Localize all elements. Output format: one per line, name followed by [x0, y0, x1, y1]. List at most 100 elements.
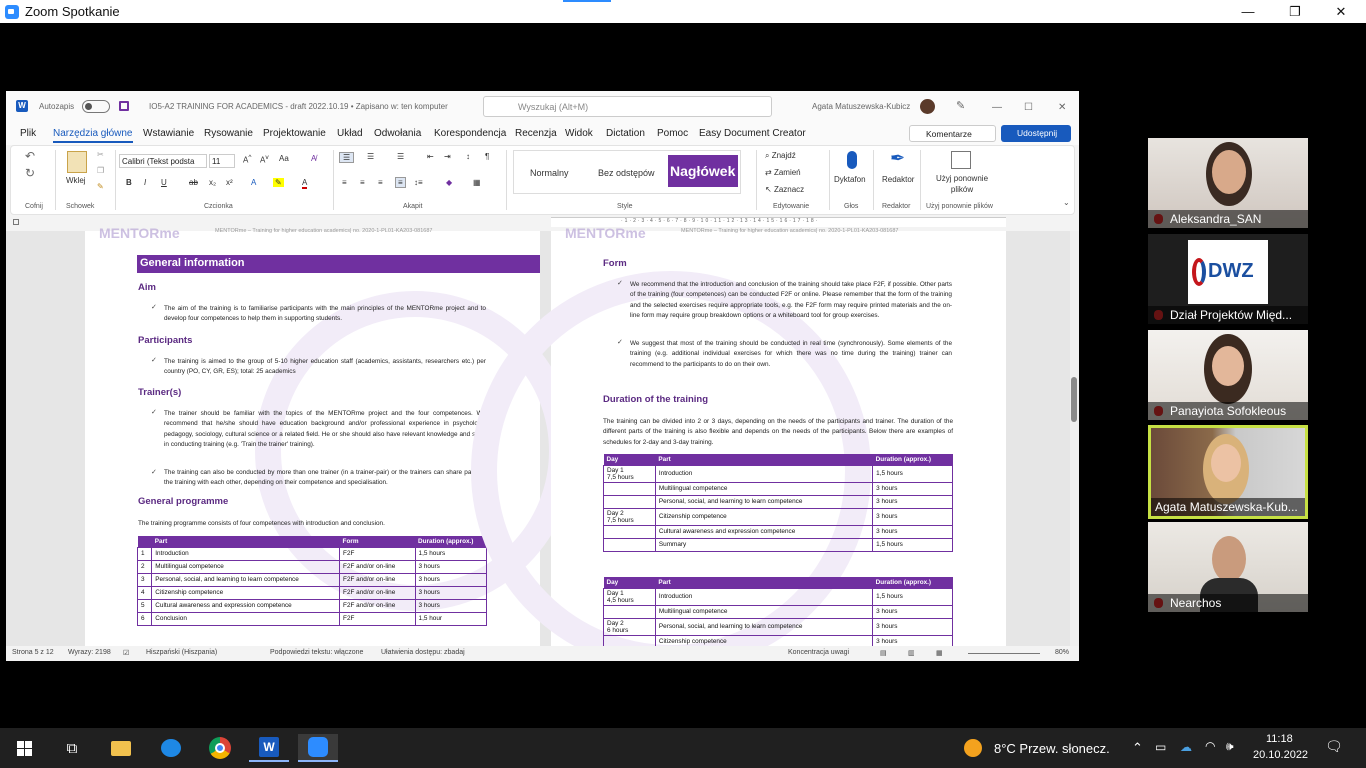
font-name-select[interactable]: Calibri (Tekst podsta: [119, 154, 207, 168]
grow-font-icon[interactable]: A^: [243, 154, 251, 165]
page-count[interactable]: Strona 5 z 12: [12, 649, 54, 656]
editor-icon[interactable]: ✒: [890, 148, 905, 169]
weather-icon[interactable]: [964, 739, 982, 757]
save-icon[interactable]: [119, 101, 129, 111]
word-taskbar-icon[interactable]: W: [249, 734, 289, 762]
align-right-icon[interactable]: ≡: [378, 178, 383, 187]
page-left[interactable]: MENTORme MENTORme – Training for higher …: [85, 225, 575, 646]
zoom-taskbar-icon[interactable]: [298, 734, 338, 762]
tab-review[interactable]: Recenzja: [515, 128, 557, 139]
share-button[interactable]: Udostępnij: [1001, 125, 1071, 142]
tab-help[interactable]: Pomoc: [657, 128, 688, 139]
tab-selector-icon[interactable]: [13, 219, 19, 225]
clear-format-icon[interactable]: A̸: [311, 154, 316, 163]
multilevel-list-icon[interactable]: ☰: [397, 152, 404, 161]
cut-icon[interactable]: ✂: [97, 150, 104, 159]
tab-mailings[interactable]: Korespondencja: [434, 128, 506, 139]
tab-easy-document-creator[interactable]: Easy Document Creator: [699, 128, 806, 139]
tab-references[interactable]: Odwołania: [374, 128, 421, 139]
pen-icon[interactable]: ✎: [956, 99, 965, 112]
notifications-icon[interactable]: 🗨: [1325, 738, 1343, 755]
user-avatar[interactable]: [920, 99, 935, 114]
text-predictions[interactable]: Podpowiedzi tekstu: włączone: [270, 649, 363, 656]
paste-icon[interactable]: [67, 151, 87, 173]
collapse-ribbon-icon[interactable]: ⌄: [1063, 198, 1070, 207]
dictate-button[interactable]: Dyktafon: [834, 175, 866, 184]
cloud-icon[interactable]: ☁: [1180, 740, 1192, 754]
maximize-button[interactable]: ❐: [1272, 0, 1318, 23]
justify-icon[interactable]: ≡: [395, 177, 406, 188]
read-mode-icon[interactable]: ▤: [880, 649, 887, 657]
wifi-icon[interactable]: ◠: [1205, 739, 1215, 753]
zoom-level[interactable]: 80%: [1055, 649, 1069, 656]
style-no-spacing[interactable]: Bez odstępów: [598, 168, 655, 178]
redo-icon[interactable]: ↻: [25, 166, 35, 180]
document-area[interactable]: MENTORme MENTORme – Training for higher …: [6, 225, 1079, 661]
text-effects-icon[interactable]: A: [251, 178, 256, 187]
copy-icon[interactable]: ❐: [97, 166, 104, 175]
participant-tile-active-speaker[interactable]: Agata Matuszewska-Kub...: [1148, 425, 1308, 519]
tab-design[interactable]: Projektowanie: [263, 128, 326, 139]
highlight-icon[interactable]: ✎: [273, 178, 284, 187]
style-heading[interactable]: Nagłówek: [668, 155, 738, 187]
tab-layout[interactable]: Układ: [337, 128, 363, 139]
font-color-icon[interactable]: A: [302, 178, 308, 189]
reuse-files-icon[interactable]: [951, 151, 971, 169]
bold-icon[interactable]: B: [126, 178, 132, 187]
reuse-files-button[interactable]: Użyj ponownie plików: [932, 173, 992, 195]
volume-icon[interactable]: 🕪: [1226, 739, 1234, 754]
minimize-button[interactable]: —: [1225, 0, 1271, 23]
subscript-icon[interactable]: x₂: [209, 178, 216, 187]
vertical-scrollbar[interactable]: [1070, 231, 1079, 646]
language[interactable]: Hiszpański (Hiszpania): [146, 649, 217, 656]
proofing-icon[interactable]: ☑: [123, 649, 129, 657]
line-spacing-icon[interactable]: ↕≡: [414, 178, 423, 187]
user-name[interactable]: Agata Matuszewska-Kubicz: [812, 102, 910, 111]
align-left-icon[interactable]: ≡: [342, 178, 347, 187]
close-button[interactable]: ✕: [1318, 0, 1364, 23]
underline-icon[interactable]: U: [161, 178, 167, 187]
task-view-icon[interactable]: ⧉: [52, 734, 92, 762]
focus-mode[interactable]: Koncentracja uwagi: [788, 649, 849, 656]
find-button[interactable]: ⌕ Znajdź: [765, 151, 796, 161]
accessibility-check[interactable]: Ułatwienia dostępu: zbadaj: [381, 649, 465, 656]
search-input[interactable]: Wyszukaj (Alt+M): [483, 96, 772, 117]
select-button[interactable]: ↖ Zaznacz: [765, 185, 804, 194]
numbering-icon[interactable]: ☰: [367, 152, 374, 161]
autosave-toggle[interactable]: [82, 100, 110, 113]
sort-icon[interactable]: ↕: [466, 152, 470, 161]
participant-tile[interactable]: Nearchos: [1148, 522, 1308, 612]
chrome-icon[interactable]: [200, 734, 240, 762]
word-count[interactable]: Wyrazy: 2198: [68, 649, 111, 656]
shading-icon[interactable]: ◆: [446, 178, 452, 187]
zoom-slider[interactable]: [968, 653, 1040, 654]
tab-dictation[interactable]: Dictation: [606, 128, 645, 139]
bullets-icon[interactable]: ☰: [339, 152, 355, 163]
clock-time[interactable]: 11:18: [1266, 733, 1293, 745]
show-marks-icon[interactable]: ¶: [485, 152, 489, 161]
italic-icon[interactable]: I: [144, 178, 146, 187]
web-layout-icon[interactable]: ▦: [936, 649, 943, 657]
style-normal[interactable]: Normalny: [530, 168, 569, 178]
format-painter-icon[interactable]: ✎: [97, 182, 104, 191]
align-center-icon[interactable]: ≡: [360, 178, 365, 187]
strikethrough-icon[interactable]: ab: [189, 178, 198, 187]
increase-indent-icon[interactable]: ⇥: [444, 152, 451, 161]
microphone-icon[interactable]: [847, 151, 857, 169]
file-explorer-icon[interactable]: [101, 734, 141, 762]
show-hidden-icons[interactable]: ⌃: [1132, 740, 1143, 756]
editor-button[interactable]: Redaktor: [882, 175, 914, 184]
weather-text[interactable]: 8°C Przew. słonecz.: [994, 741, 1110, 756]
clock-date[interactable]: 20.10.2022: [1253, 749, 1308, 761]
word-close-button[interactable]: ✕: [1058, 102, 1066, 113]
participant-tile[interactable]: Panayiota Sofokleous: [1148, 330, 1308, 420]
word-minimize-button[interactable]: —: [992, 102, 1002, 113]
superscript-icon[interactable]: x²: [226, 178, 233, 187]
comments-button[interactable]: Komentarze: [909, 125, 996, 142]
font-size-select[interactable]: 11: [209, 154, 235, 168]
decrease-indent-icon[interactable]: ⇤: [427, 152, 434, 161]
undo-icon[interactable]: ↶: [25, 149, 35, 163]
mail-icon[interactable]: [151, 734, 191, 762]
document-title[interactable]: IO5-A2 TRAINING FOR ACADEMICS - draft 20…: [149, 102, 448, 111]
page-right[interactable]: MENTORme MENTORme – Training for higher …: [471, 225, 1006, 661]
